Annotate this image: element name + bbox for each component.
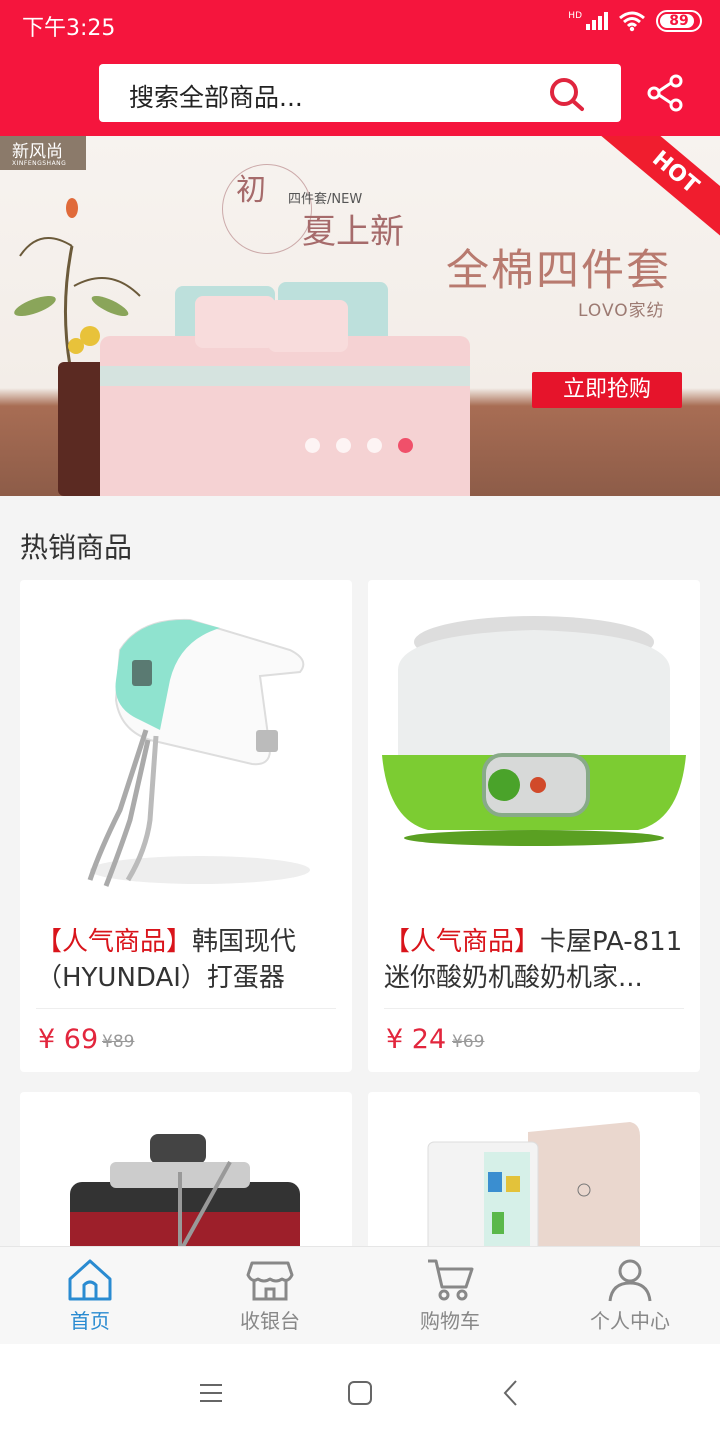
nav-profile-label: 个人中心 — [590, 1309, 670, 1333]
signal-icon — [586, 12, 608, 30]
divider — [36, 1008, 336, 1009]
nav-profile[interactable]: 个人中心 — [540, 1247, 720, 1344]
battery-level: 89 — [669, 13, 689, 29]
carousel-dot[interactable] — [367, 438, 382, 453]
nav-home[interactable]: 首页 — [0, 1247, 180, 1344]
home-button-icon[interactable] — [345, 1378, 375, 1408]
hot-badge: HOT — [597, 136, 720, 243]
yogurt-maker-image — [382, 616, 686, 846]
search-input[interactable]: 搜索全部商品... — [129, 78, 303, 114]
product-card[interactable]: 【人气商品】卡屋PA-811迷你酸奶机酸奶机家... ¥ 24 ¥69 — [368, 580, 700, 1072]
network-type: HD — [568, 10, 582, 21]
product-card[interactable]: 【人气商品】韩国现代（HYUNDAI）打蛋器 电... ¥ 69 ¥89 — [20, 580, 352, 1072]
buy-now-button[interactable]: 立即抢购 — [532, 372, 682, 408]
nav-cashier[interactable]: 收银台 — [180, 1247, 360, 1344]
battery-icon: 89 — [656, 10, 702, 32]
mini-fridge-image — [427, 1122, 640, 1252]
bottom-nav: 首页 收银台 购物车 个人中心 — [0, 1246, 720, 1344]
hand-mixer-image — [87, 618, 310, 887]
carousel-indicator[interactable] — [305, 438, 413, 453]
pillow-image — [268, 300, 348, 352]
original-price: ¥89 — [102, 1032, 135, 1052]
bed-band — [100, 366, 470, 386]
promo-banner[interactable]: 新风尚 XINFENGSHANG HOT 初 四件套/NEW 夏上新 全棉四件套… — [0, 136, 720, 496]
banner-title: 全棉四件套 — [446, 246, 671, 296]
menu-icon[interactable] — [196, 1378, 226, 1408]
nav-cart[interactable]: 购物车 — [360, 1247, 540, 1344]
product-name[interactable]: 【人气商品】韩国现代（HYUNDAI）打蛋器 电... — [36, 924, 342, 996]
wifi-icon — [619, 11, 645, 32]
product-price: ¥ 24 — [386, 1024, 447, 1055]
product-price: ¥ 69 — [38, 1024, 99, 1055]
bed-image — [100, 336, 470, 496]
banner-small-title-1: 初 — [236, 173, 266, 208]
carousel-dot[interactable] — [305, 438, 320, 453]
brand-logo: 新风尚 XINFENGSHANG — [0, 136, 86, 170]
status-icons: HD 89 — [568, 10, 702, 32]
banner-small-title-2: 夏上新 — [302, 212, 404, 252]
share-icon[interactable] — [646, 73, 686, 113]
system-nav-bar — [0, 1344, 720, 1440]
product-card[interactable] — [368, 1092, 700, 1252]
home-icon — [68, 1259, 112, 1301]
nav-cart-label: 购物车 — [420, 1309, 480, 1333]
divider — [384, 1008, 684, 1009]
nav-home-label: 首页 — [70, 1309, 110, 1333]
cart-icon — [428, 1259, 474, 1301]
top-bar: 下午3:25 HD 89 搜索全部商品... — [0, 0, 720, 136]
product-card[interactable] — [20, 1092, 352, 1252]
banner-brand: LOVO家纺 — [578, 301, 665, 321]
store-icon — [246, 1261, 294, 1301]
section-title: 热销商品 — [20, 531, 133, 564]
carousel-dot[interactable] — [336, 438, 351, 453]
juicer-image — [70, 1134, 300, 1252]
user-icon — [608, 1259, 652, 1302]
search-icon[interactable] — [547, 76, 587, 112]
nav-cashier-label: 收银台 — [240, 1309, 300, 1333]
search-bar[interactable]: 搜索全部商品... — [99, 64, 621, 122]
carousel-dot-active[interactable] — [398, 438, 413, 453]
product-name[interactable]: 【人气商品】卡屋PA-811迷你酸奶机酸奶机家... — [384, 924, 690, 996]
pillow-image — [195, 296, 275, 348]
status-time: 下午3:25 — [22, 16, 116, 41]
original-price: ¥69 — [452, 1032, 485, 1052]
back-icon[interactable] — [496, 1378, 526, 1408]
